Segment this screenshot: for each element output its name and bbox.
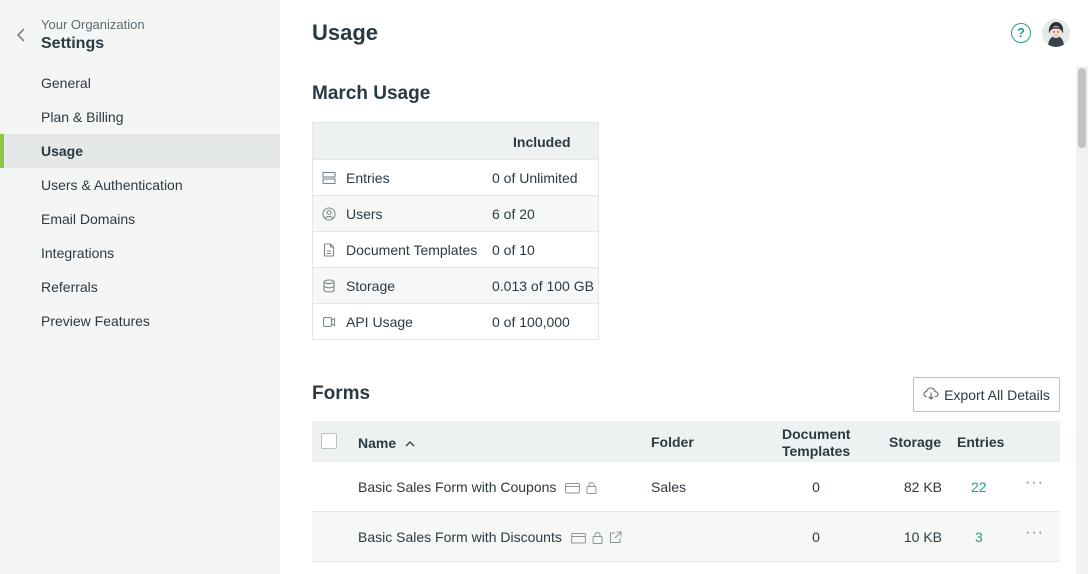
external-link-icon xyxy=(609,531,622,547)
storage-column-header[interactable]: Storage xyxy=(889,434,941,450)
back-chevron-icon[interactable] xyxy=(14,26,28,44)
table-row: Basic Sales Form with Discounts 0 10 KB … xyxy=(312,512,1060,562)
usage-label: Storage xyxy=(346,278,396,294)
organization-name: Your Organization xyxy=(41,17,145,32)
form-name[interactable]: Basic Sales Form with Discounts xyxy=(358,529,562,545)
usage-value: 0 of 10 xyxy=(492,242,535,258)
page-scrollbar[interactable] xyxy=(1076,66,1088,574)
sidebar-item-plan-billing[interactable]: Plan & Billing xyxy=(0,100,280,134)
entries-column-header[interactable]: Entries xyxy=(957,434,1004,450)
usage-value: 0.013 of 100 GB xyxy=(492,278,594,294)
document-templates-cell: 0 xyxy=(812,529,820,545)
sort-ascending-icon xyxy=(405,434,415,450)
usage-table: Included Entries 0 of Unlimited Users 6 … xyxy=(312,122,599,340)
sidebar-item-users-authentication[interactable]: Users & Authentication xyxy=(0,168,280,202)
name-header-label: Name xyxy=(358,435,397,451)
included-column-header: Included xyxy=(513,134,571,150)
usage-table-header: Included xyxy=(313,123,598,159)
usage-row-users: Users 6 of 20 xyxy=(313,195,598,231)
usage-value: 6 of 20 xyxy=(492,206,535,222)
sidebar-title: Settings xyxy=(41,35,105,52)
form-status-icons xyxy=(565,481,597,497)
sidebar-item-integrations[interactable]: Integrations xyxy=(0,236,280,270)
form-status-icons xyxy=(570,531,622,547)
usage-label: Document Templates xyxy=(346,242,478,258)
help-icon[interactable]: ? xyxy=(1011,23,1031,43)
more-options-icon[interactable]: ··· xyxy=(1025,524,1044,542)
usage-section-title: March Usage xyxy=(312,83,431,104)
entries-link[interactable]: 22 xyxy=(971,479,987,495)
form-name-cell: Basic Sales Form with Coupons xyxy=(358,479,597,497)
export-all-details-button[interactable]: Export All Details xyxy=(913,377,1060,412)
usage-label: Entries xyxy=(346,170,390,186)
payment-card-icon xyxy=(570,531,586,547)
usage-value: 0 of 100,000 xyxy=(492,314,570,330)
folder-column-header[interactable]: Folder xyxy=(651,434,694,450)
document-icon xyxy=(322,243,336,257)
document-templates-column-header[interactable]: Document Templates xyxy=(782,426,850,460)
usage-row-storage: Storage 0.013 of 100 GB xyxy=(313,267,598,303)
storage-cell: 82 KB xyxy=(903,479,942,495)
scrollbar-thumb[interactable] xyxy=(1078,68,1086,148)
entries-link[interactable]: 3 xyxy=(975,529,983,545)
usage-label: Users xyxy=(346,206,383,222)
more-options-icon[interactable]: ··· xyxy=(1025,474,1044,492)
usage-value: 0 of Unlimited xyxy=(492,170,578,186)
form-name[interactable]: Basic Sales Form with Coupons xyxy=(358,479,556,495)
sidebar-item-usage[interactable]: Usage xyxy=(0,134,280,168)
payment-card-icon xyxy=(565,481,581,497)
users-icon xyxy=(322,207,336,221)
form-name-cell: Basic Sales Form with Discounts xyxy=(358,529,622,547)
api-icon xyxy=(322,315,336,329)
sidebar-item-general[interactable]: General xyxy=(0,66,280,100)
lock-icon xyxy=(586,481,597,497)
usage-row-entries: Entries 0 of Unlimited xyxy=(313,159,598,195)
folder-cell: Sales xyxy=(651,479,687,495)
database-icon xyxy=(322,279,336,293)
usage-row-api-usage: API Usage 0 of 100,000 xyxy=(313,303,598,339)
settings-nav: General Plan & Billing Usage Users & Aut… xyxy=(0,66,280,338)
forms-section-title: Forms xyxy=(312,383,371,404)
main-content: Usage ? March Usage Included Entries 0 o… xyxy=(280,0,1088,574)
storage-cell: 10 KB xyxy=(903,529,942,545)
sidebar-item-referrals[interactable]: Referrals xyxy=(0,270,280,304)
forms-table: Name Folder Document Templates Storage E… xyxy=(312,421,1060,562)
forms-table-header: Name Folder Document Templates Storage E… xyxy=(312,421,1060,462)
lock-icon xyxy=(592,531,603,547)
select-all-checkbox[interactable] xyxy=(321,433,337,449)
settings-sidebar: Your Organization Settings General Plan … xyxy=(0,0,280,574)
entries-icon xyxy=(322,171,336,185)
page-title: Usage xyxy=(312,20,379,45)
usage-row-document-templates: Document Templates 0 of 10 xyxy=(313,231,598,267)
export-button-label: Export All Details xyxy=(944,386,1050,403)
sidebar-item-email-domains[interactable]: Email Domains xyxy=(0,202,280,236)
cloud-download-icon xyxy=(923,386,939,403)
avatar[interactable] xyxy=(1042,19,1070,47)
document-templates-cell: 0 xyxy=(812,479,820,495)
sidebar-item-preview-features[interactable]: Preview Features xyxy=(0,304,280,338)
table-row: Basic Sales Form with Coupons Sales 0 82… xyxy=(312,462,1060,512)
usage-label: API Usage xyxy=(346,314,413,330)
name-column-header[interactable]: Name xyxy=(358,434,415,451)
